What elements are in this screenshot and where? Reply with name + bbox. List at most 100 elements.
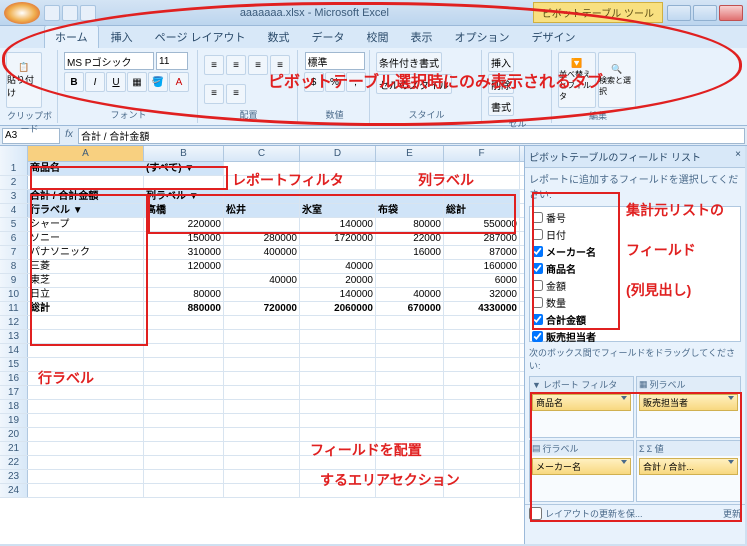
cell[interactable]: 32000: [444, 288, 520, 301]
cell[interactable]: [376, 260, 444, 273]
cell[interactable]: 880000: [144, 302, 224, 315]
cell[interactable]: [224, 414, 300, 427]
taskpane-close-icon[interactable]: ×: [735, 149, 741, 164]
cell[interactable]: [144, 372, 224, 385]
tab-home[interactable]: ホーム: [44, 25, 99, 48]
cell[interactable]: [444, 428, 520, 441]
col-header-b[interactable]: B: [144, 146, 224, 161]
row-header[interactable]: 21: [0, 442, 28, 455]
cell[interactable]: 80000: [144, 288, 224, 301]
field-list[interactable]: 番号日付メーカー名商品名金額数量合計金額販売担当者: [529, 206, 741, 342]
cell[interactable]: 三菱: [28, 260, 144, 273]
tab-page-layout[interactable]: ページ レイアウト: [145, 26, 256, 48]
row-header[interactable]: 22: [0, 456, 28, 469]
cell[interactable]: [224, 330, 300, 343]
cell[interactable]: 80000: [376, 218, 444, 231]
cell[interactable]: [376, 344, 444, 357]
cell[interactable]: 行ラベル ▼: [28, 204, 144, 217]
cell[interactable]: [376, 316, 444, 329]
format-cells-button[interactable]: 書式: [488, 96, 514, 116]
field-checkbox[interactable]: [532, 246, 543, 257]
cell[interactable]: [444, 400, 520, 413]
cell[interactable]: [444, 316, 520, 329]
align-top-button[interactable]: ≡: [204, 55, 224, 75]
cell[interactable]: [144, 456, 224, 469]
cell[interactable]: [224, 442, 300, 455]
row-header[interactable]: 13: [0, 330, 28, 343]
save-icon[interactable]: [44, 5, 60, 21]
cell[interactable]: 40000: [300, 260, 376, 273]
cell[interactable]: [28, 344, 144, 357]
cell[interactable]: [300, 400, 376, 413]
defer-checkbox[interactable]: [529, 507, 542, 520]
cell[interactable]: [300, 372, 376, 385]
cell[interactable]: [376, 330, 444, 343]
cell[interactable]: [144, 414, 224, 427]
cell[interactable]: [444, 414, 520, 427]
align-right-button[interactable]: ≡: [226, 84, 246, 104]
cell[interactable]: 87000: [444, 246, 520, 259]
tab-design[interactable]: デザイン: [522, 26, 586, 48]
align-bot-button[interactable]: ≡: [248, 55, 268, 75]
cell[interactable]: [224, 386, 300, 399]
cell[interactable]: [300, 386, 376, 399]
cell[interactable]: 40000: [376, 288, 444, 301]
cell[interactable]: 4330000: [444, 302, 520, 315]
cell[interactable]: 列ラベル ▼: [144, 190, 224, 203]
cell[interactable]: [300, 316, 376, 329]
cell[interactable]: [224, 288, 300, 301]
col-header-a[interactable]: A: [28, 146, 144, 161]
cell[interactable]: [444, 386, 520, 399]
cell[interactable]: 松井: [224, 204, 300, 217]
cell[interactable]: 140000: [300, 288, 376, 301]
cell[interactable]: [300, 358, 376, 371]
cell[interactable]: 280000: [224, 232, 300, 245]
formula-input[interactable]: [78, 128, 745, 144]
cell[interactable]: [376, 274, 444, 287]
cell[interactable]: 1720000: [300, 232, 376, 245]
cell[interactable]: [224, 428, 300, 441]
cell[interactable]: 20000: [300, 274, 376, 287]
cell[interactable]: [28, 428, 144, 441]
row-header[interactable]: 24: [0, 484, 28, 497]
cell[interactable]: 日立: [28, 288, 144, 301]
tab-formulas[interactable]: 数式: [258, 26, 300, 48]
area-item[interactable]: メーカー名: [532, 458, 631, 475]
cell[interactable]: 150000: [144, 232, 224, 245]
field-checkbox[interactable]: [532, 263, 543, 274]
row-header[interactable]: 8: [0, 260, 28, 273]
cell[interactable]: [144, 386, 224, 399]
cell[interactable]: 氷室: [300, 204, 376, 217]
cell[interactable]: [224, 470, 300, 483]
field-checkbox[interactable]: [532, 229, 543, 240]
row-header[interactable]: 11: [0, 302, 28, 315]
row-header[interactable]: 6: [0, 232, 28, 245]
cell[interactable]: [28, 316, 144, 329]
cell[interactable]: [224, 344, 300, 357]
cell[interactable]: 400000: [224, 246, 300, 259]
field-checkbox[interactable]: [532, 314, 543, 325]
update-button[interactable]: 更新: [723, 507, 741, 520]
cell[interactable]: [28, 414, 144, 427]
cell[interactable]: [224, 484, 300, 497]
cell[interactable]: [224, 260, 300, 273]
bold-button[interactable]: B: [64, 72, 84, 92]
office-button[interactable]: [4, 2, 40, 24]
cell[interactable]: [376, 386, 444, 399]
italic-button[interactable]: I: [85, 72, 105, 92]
cell[interactable]: 総計: [28, 302, 144, 315]
undo-icon[interactable]: [62, 5, 78, 21]
cell[interactable]: [300, 330, 376, 343]
cell[interactable]: [444, 330, 520, 343]
row-header[interactable]: 17: [0, 386, 28, 399]
area-values[interactable]: ΣΣ 値 合計 / 合計...: [636, 440, 741, 502]
row-header[interactable]: 9: [0, 274, 28, 287]
cell[interactable]: [376, 372, 444, 385]
col-header-d[interactable]: D: [300, 146, 376, 161]
cell[interactable]: [28, 176, 144, 189]
cell[interactable]: [144, 470, 224, 483]
row-header[interactable]: 15: [0, 358, 28, 371]
cell[interactable]: 16000: [376, 246, 444, 259]
row-header[interactable]: 10: [0, 288, 28, 301]
cell[interactable]: [28, 456, 144, 469]
